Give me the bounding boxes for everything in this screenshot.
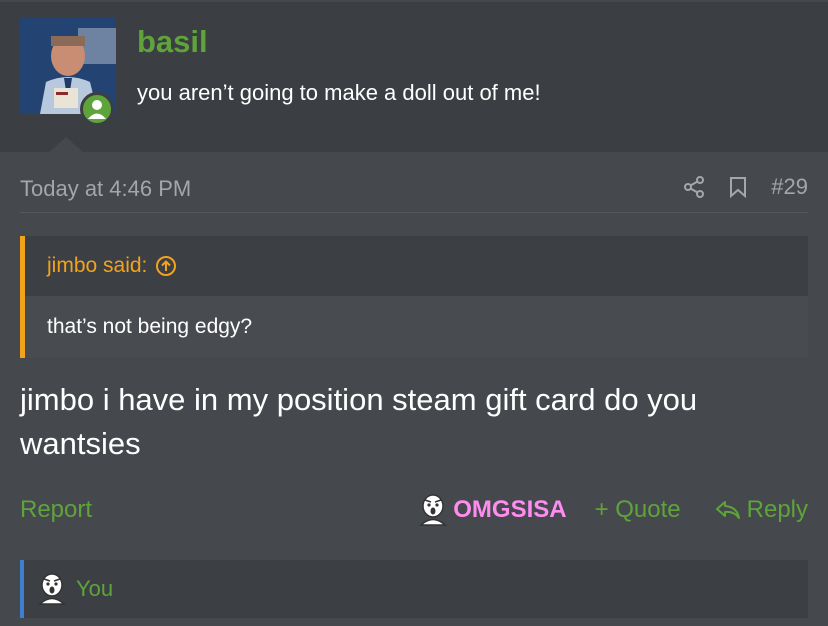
quote-header[interactable]: jimbo said: xyxy=(25,236,808,296)
post-actions: #29 xyxy=(683,174,808,200)
quote-author[interactable]: jimbo said: xyxy=(47,254,147,278)
gasp-emoji-icon xyxy=(419,494,448,526)
post-body: Today at 4:46 PM #29 jimbo said: that’s … xyxy=(0,152,828,626)
quote-text: that’s not being edgy? xyxy=(25,296,808,358)
user-block: basil you aren’t going to make a doll ou… xyxy=(0,0,828,153)
message-pointer xyxy=(48,137,84,153)
reactions-user-list[interactable]: You xyxy=(76,576,113,602)
gasp-emoji-icon xyxy=(38,573,66,605)
post-timestamp[interactable]: Today at 4:46 PM xyxy=(20,176,191,202)
share-icon[interactable] xyxy=(683,176,705,198)
online-status-icon xyxy=(80,92,114,126)
divider xyxy=(20,212,808,213)
reactions-bar[interactable]: You xyxy=(20,560,808,618)
quote-button[interactable]: + Quote xyxy=(595,496,681,524)
post-number-link[interactable]: #29 xyxy=(771,174,808,200)
reply-icon xyxy=(715,499,741,521)
user-title: you aren’t going to make a doll out of m… xyxy=(137,80,541,105)
arrow-up-circle-icon[interactable] xyxy=(155,255,177,277)
reply-button[interactable]: Reply xyxy=(715,496,808,524)
post-footer: Report OMGSISA + Quote Reply xyxy=(20,494,808,526)
bookmark-icon[interactable] xyxy=(729,176,747,198)
reaction-name: OMGSISA xyxy=(453,496,567,523)
post-message: jimbo i have in my position steam gift c… xyxy=(20,382,698,461)
report-link[interactable]: Report xyxy=(20,496,92,524)
reaction-button[interactable]: OMGSISA xyxy=(419,494,567,526)
quote-block: jimbo said: that’s not being edgy? xyxy=(20,236,808,358)
username[interactable]: basil xyxy=(137,24,208,60)
reply-label: Reply xyxy=(746,496,808,523)
